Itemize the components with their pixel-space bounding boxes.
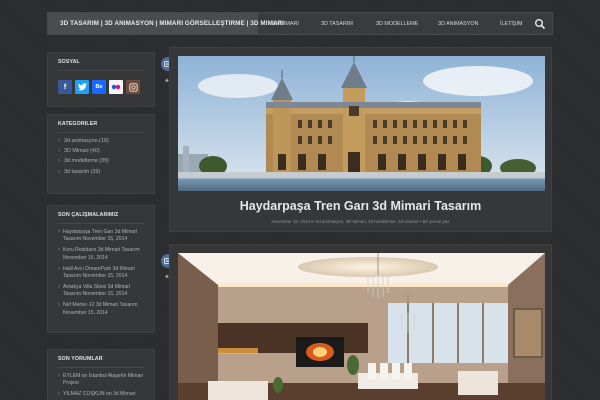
divider bbox=[58, 367, 144, 368]
instagram-icon[interactable] bbox=[126, 80, 140, 94]
recent-post-item[interactable]: Nef Merter-12 3d Mimari Tasarım November… bbox=[58, 302, 144, 317]
divider bbox=[58, 223, 144, 224]
nav-3d-animasyon[interactable]: 3D ANIMASYON bbox=[438, 21, 478, 27]
category-item[interactable]: 3d animasyon (19) bbox=[58, 138, 144, 144]
post-featured-image[interactable] bbox=[178, 253, 545, 400]
widget-kategoriler: KATEGORILER 3d animasyon (19) 3D Mimari … bbox=[47, 114, 155, 194]
category-item[interactable]: 3d tasarim (39) bbox=[58, 169, 144, 175]
post-featured-image[interactable] bbox=[178, 56, 545, 191]
post-card: Haydarpaşa Tren Garı 3d Mimari Tasarım N… bbox=[169, 47, 552, 232]
divider bbox=[58, 70, 144, 71]
widget-title-sosyal: SOSYAL bbox=[58, 59, 80, 65]
widget-son-calismalar: SON ÇALIŞMALARIMIZ Haydarpaşa Tren Garı … bbox=[47, 205, 155, 333]
search-icon[interactable] bbox=[534, 17, 546, 30]
recent-comments-list: EYLEM on İstanbul Ataşehir Mimari Projes… bbox=[48, 373, 154, 399]
social-icons: f Be bbox=[48, 76, 154, 98]
facebook-icon[interactable]: f bbox=[58, 80, 72, 94]
post-card bbox=[169, 244, 552, 400]
behance-icon[interactable]: Be bbox=[92, 80, 106, 94]
nav-iletisim[interactable]: İLETİŞİM bbox=[500, 21, 522, 27]
category-item[interactable]: 3D Mimari (40) bbox=[58, 148, 144, 154]
nav-3d-modelleme[interactable]: 3D MODELLEME bbox=[376, 21, 418, 27]
recent-posts-list: Haydarpaşa Tren Garı 3d Mimari Tasarım N… bbox=[48, 229, 154, 317]
category-item[interactable]: 3d modelleme (39) bbox=[58, 158, 144, 164]
widget-title-kategoriler: KATEGORILER bbox=[58, 121, 98, 127]
site-brand[interactable]: 3D TASARIM | 3D ANIMASYON | MIMARI GÖRSE… bbox=[48, 13, 284, 34]
recent-comment-item[interactable]: EYLEM on İstanbul Ataşehir Mimari Projes… bbox=[58, 373, 144, 388]
divider bbox=[58, 132, 144, 133]
recent-post-item[interactable]: Koru Rezidans 3d Mimari Tasarım November… bbox=[58, 247, 144, 262]
nav-3d-tasarim[interactable]: 3D TASARIM bbox=[321, 21, 353, 27]
post-meta: November 15, 2014 in 3d animasyon, 3D Mi… bbox=[271, 219, 450, 224]
widget-title-son-yorumlar: SON YORUMLAR bbox=[58, 356, 103, 362]
recent-post-item[interactable]: Haydarpaşa Tren Garı 3d Mimari Tasarım N… bbox=[58, 229, 144, 244]
widget-title-son-calismalar: SON ÇALIŞMALARIMIZ bbox=[58, 212, 119, 218]
category-list: 3d animasyon (19) 3D Mimari (40) 3d mode… bbox=[48, 138, 154, 175]
recent-comment-item[interactable]: YILMAZ COŞKUN on 3d Mimari bbox=[58, 391, 144, 399]
recent-post-item[interactable]: Antakya Villa Sitesi 3d Mimari Tasarım N… bbox=[58, 284, 144, 299]
nav-3d-mimari[interactable]: 3D MIMARI bbox=[271, 21, 299, 27]
recent-post-item[interactable]: Halil Avcı DreamPark 3d Mimari Tasarım N… bbox=[58, 266, 144, 281]
widget-son-yorumlar: SON YORUMLAR EYLEM on İstanbul Ataşehir … bbox=[47, 349, 155, 400]
top-header: 3D TASARIM | 3D ANIMASYON | MIMARI GÖRSE… bbox=[47, 12, 553, 35]
twitter-icon[interactable] bbox=[75, 80, 89, 94]
flickr-icon[interactable] bbox=[109, 80, 123, 94]
widget-sosyal: SOSYAL f Be bbox=[47, 52, 155, 107]
post-title[interactable]: Haydarpaşa Tren Garı 3d Mimari Tasarım bbox=[170, 199, 551, 213]
